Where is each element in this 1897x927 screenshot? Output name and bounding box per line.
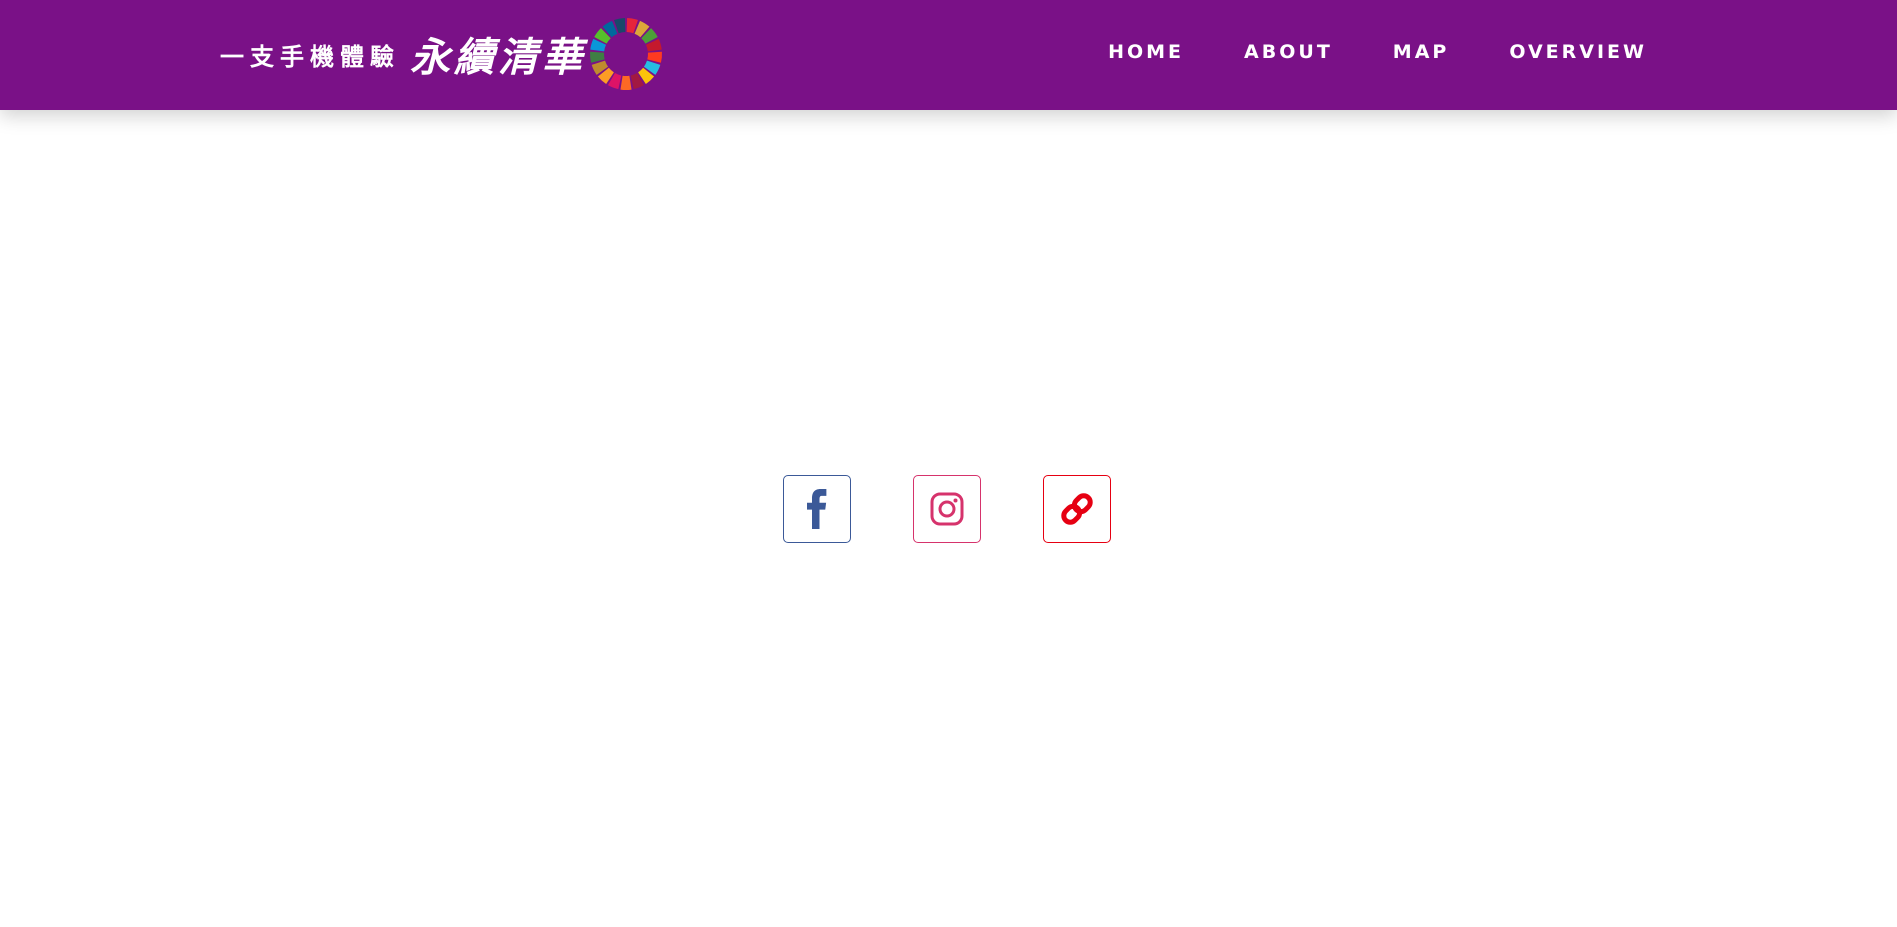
logo-subtitle: 一支手機體驗 [220,42,400,71]
nav-about[interactable]: ABOUT [1244,41,1333,63]
facebook-icon [807,489,827,529]
nav-overview[interactable]: OVERVIEW [1509,41,1647,63]
social-links [783,475,1111,543]
sdg-wheel-icon [590,18,662,90]
sdg-wheel-segment [590,51,605,63]
link-icon [1061,493,1093,525]
site-logo[interactable]: 一支手機體驗 永續清華 [220,14,664,94]
top-navigation-bar: 一支手機體驗 永續清華 HOME ABOUT MAP OVERVIEW [0,0,1897,110]
facebook-button[interactable] [783,475,851,543]
instagram-button[interactable] [913,475,981,543]
sdg-wheel-segment [647,51,662,63]
logo-title: 永續清華 [410,34,586,81]
instagram-icon [930,492,964,526]
link-button[interactable] [1043,475,1111,543]
main-nav: HOME ABOUT MAP OVERVIEW [1048,0,1647,104]
nav-map[interactable]: MAP [1393,41,1450,63]
nav-home[interactable]: HOME [1108,41,1184,63]
sdg-wheel-segment [620,75,632,90]
